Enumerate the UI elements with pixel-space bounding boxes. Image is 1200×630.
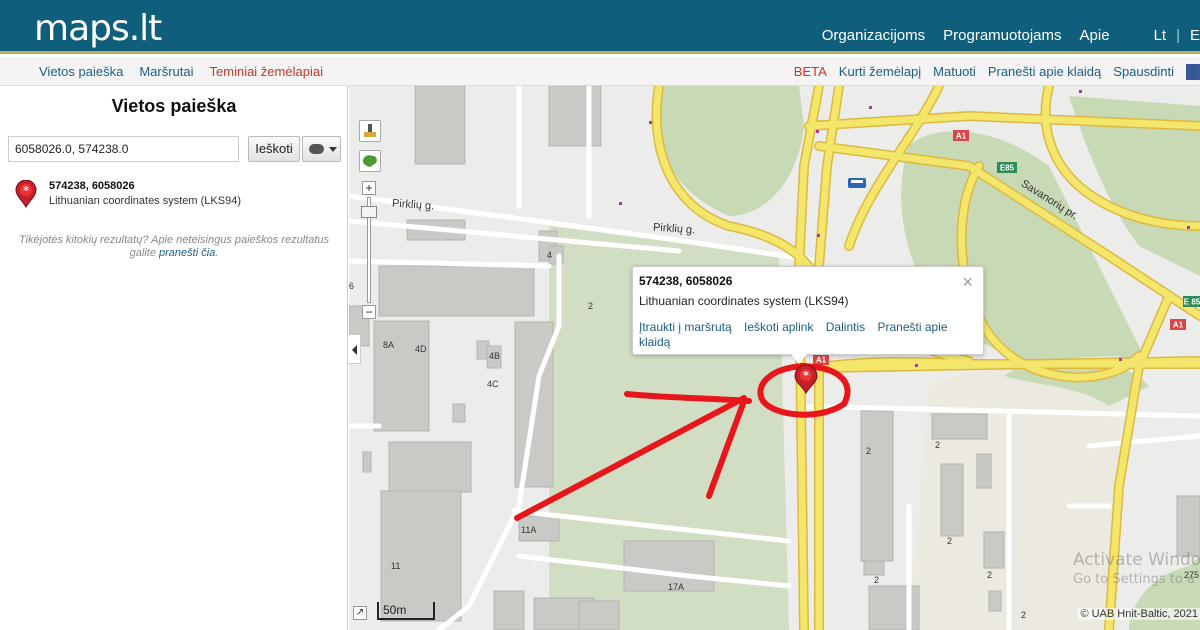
building-label: 4D — [415, 344, 427, 354]
building-label: 11 — [391, 561, 401, 571]
kurti-zemelapi-link[interactable]: Kurti žemėlapį — [839, 64, 921, 80]
nav-programuotojams[interactable]: Programuotojams — [943, 27, 1061, 44]
badge-e85-right: E 85 — [1184, 298, 1200, 307]
panel-title: Vietos paieška — [111, 96, 237, 116]
building-label: 4 — [547, 250, 553, 260]
top-header: maps.lt Organizacijoms Programuotojams A… — [0, 0, 1200, 54]
pranesti-klaida-link[interactable]: Pranešti apie klaidą — [988, 64, 1101, 80]
map-view[interactable]: A1 E85 E 85 A1 A1 * Pirklių g. Pirklių g… — [349, 86, 1200, 630]
add-to-route-link[interactable]: Įtraukti į maršrutą — [639, 320, 732, 334]
building-label: 6 — [349, 281, 355, 291]
chevron-down-icon — [329, 147, 337, 152]
bus-stop-icon — [848, 178, 866, 188]
draw-tool-button[interactable] — [359, 120, 381, 142]
building-label: 2 — [947, 536, 953, 546]
tab-teminiai-zemelapiai[interactable]: Teminiai žemėlapiai — [210, 64, 323, 79]
map-canvas[interactable]: A1 E85 E 85 A1 A1 * — [349, 86, 1200, 630]
search-input[interactable] — [8, 136, 239, 162]
sub-nav-left: Vietos paieška Maršrutai Teminiai žemėla… — [39, 64, 339, 79]
copyright-text: © UAB Hnit-Baltic, 2021 — [1078, 608, 1200, 620]
building-label: 4B — [489, 351, 501, 361]
search-button[interactable]: Ieškoti — [248, 136, 300, 162]
map-layer-icon — [363, 155, 377, 167]
building-label: 17A — [668, 582, 685, 592]
zoom-in-button[interactable]: + — [362, 181, 376, 195]
close-icon[interactable]: × — [962, 272, 973, 293]
building-label: 2 — [874, 575, 880, 585]
brush-icon — [364, 124, 376, 137]
site-logo[interactable]: maps.lt — [34, 8, 162, 49]
spausdinti-link[interactable]: Spausdinti — [1113, 64, 1174, 80]
hint-end: . — [215, 247, 219, 259]
zoom-out-button[interactable]: − — [362, 305, 376, 319]
matuoti-link[interactable]: Matuoti — [933, 64, 976, 80]
collapse-panel-button[interactable] — [349, 334, 361, 364]
report-link[interactable]: pranešti čia — [159, 247, 215, 259]
sub-nav-bar: Vietos paieška Maršrutai Teminiai žemėla… — [0, 57, 1200, 86]
popup-subtitle: Lithuanian coordinates system (LKS94) — [639, 294, 849, 308]
lang-lt[interactable]: Lt — [1154, 27, 1167, 44]
building-label: 4C — [487, 379, 499, 389]
popup-actions: Įtraukti į maršrutą Ieškoti aplink Dalin… — [639, 320, 969, 350]
scale-bar: 50m — [377, 602, 435, 620]
badge-a1-marker: A1 — [816, 356, 827, 365]
building-label: 8A — [383, 340, 395, 350]
tab-vietos-paieska[interactable]: Vietos paieška — [39, 64, 123, 79]
sub-nav-right: BETA Kurti žemėlapį Matuoti Pranešti api… — [794, 64, 1200, 80]
building-label: 2 — [588, 301, 594, 311]
tab-marsrutai[interactable]: Maršrutai — [139, 64, 193, 79]
badge-e85-top: E85 — [1000, 164, 1015, 173]
map-pin-icon: * — [15, 180, 37, 208]
search-panel: Vietos paieška Ieškoti * 574238, 6058026… — [0, 86, 348, 630]
result-title: 574238, 6058026 — [49, 180, 135, 192]
lang-separator: | — [1176, 27, 1180, 44]
nav-apie[interactable]: Apie — [1080, 27, 1110, 44]
beta-label: BETA — [793, 64, 827, 79]
nav-organizacijoms[interactable]: Organizacijoms — [822, 27, 925, 44]
badge-a1-right: A1 — [1173, 321, 1184, 330]
search-around-link[interactable]: Ieškoti aplink — [744, 320, 813, 334]
location-popup: 574238, 6058026 Lithuanian coordinates s… — [632, 266, 984, 364]
activate-line-1: Activate Windo — [1073, 550, 1200, 570]
building-label: 2 — [987, 570, 993, 580]
expand-icon[interactable]: ↗ — [353, 606, 367, 620]
windows-activation-watermark: Activate Windo Go to Settings to a — [1073, 550, 1200, 590]
building-label: 11A — [521, 525, 537, 535]
cloud-icon — [309, 144, 324, 154]
facebook-icon[interactable]: f — [1186, 64, 1200, 80]
badge-a1-top: A1 — [956, 132, 967, 141]
building-label: 2 — [935, 440, 941, 450]
popup-title: 574238, 6058026 — [639, 274, 733, 288]
svg-text:*: * — [23, 184, 29, 197]
zoom-slider-handle[interactable] — [361, 206, 377, 218]
result-subtitle: Lithuanian coordinates system (LKS94) — [49, 195, 241, 207]
lang-en[interactable]: E — [1190, 27, 1200, 44]
building-label: 2 — [866, 446, 872, 456]
hint-text: Tikėjotės kitokių rezultatų? Apie neteis… — [8, 234, 340, 260]
activate-line-2: Go to Settings to a — [1073, 572, 1195, 587]
layers-tool-button[interactable] — [359, 150, 381, 172]
search-options-dropdown[interactable] — [302, 136, 341, 162]
svg-text:*: * — [803, 369, 809, 382]
search-result-item[interactable]: * 574238, 6058026 Lithuanian coordinates… — [14, 178, 334, 210]
top-nav: Organizacijoms Programuotojams Apie Lt |… — [822, 27, 1200, 44]
share-link[interactable]: Dalintis — [826, 320, 865, 334]
building-label: 2 — [1021, 610, 1027, 620]
